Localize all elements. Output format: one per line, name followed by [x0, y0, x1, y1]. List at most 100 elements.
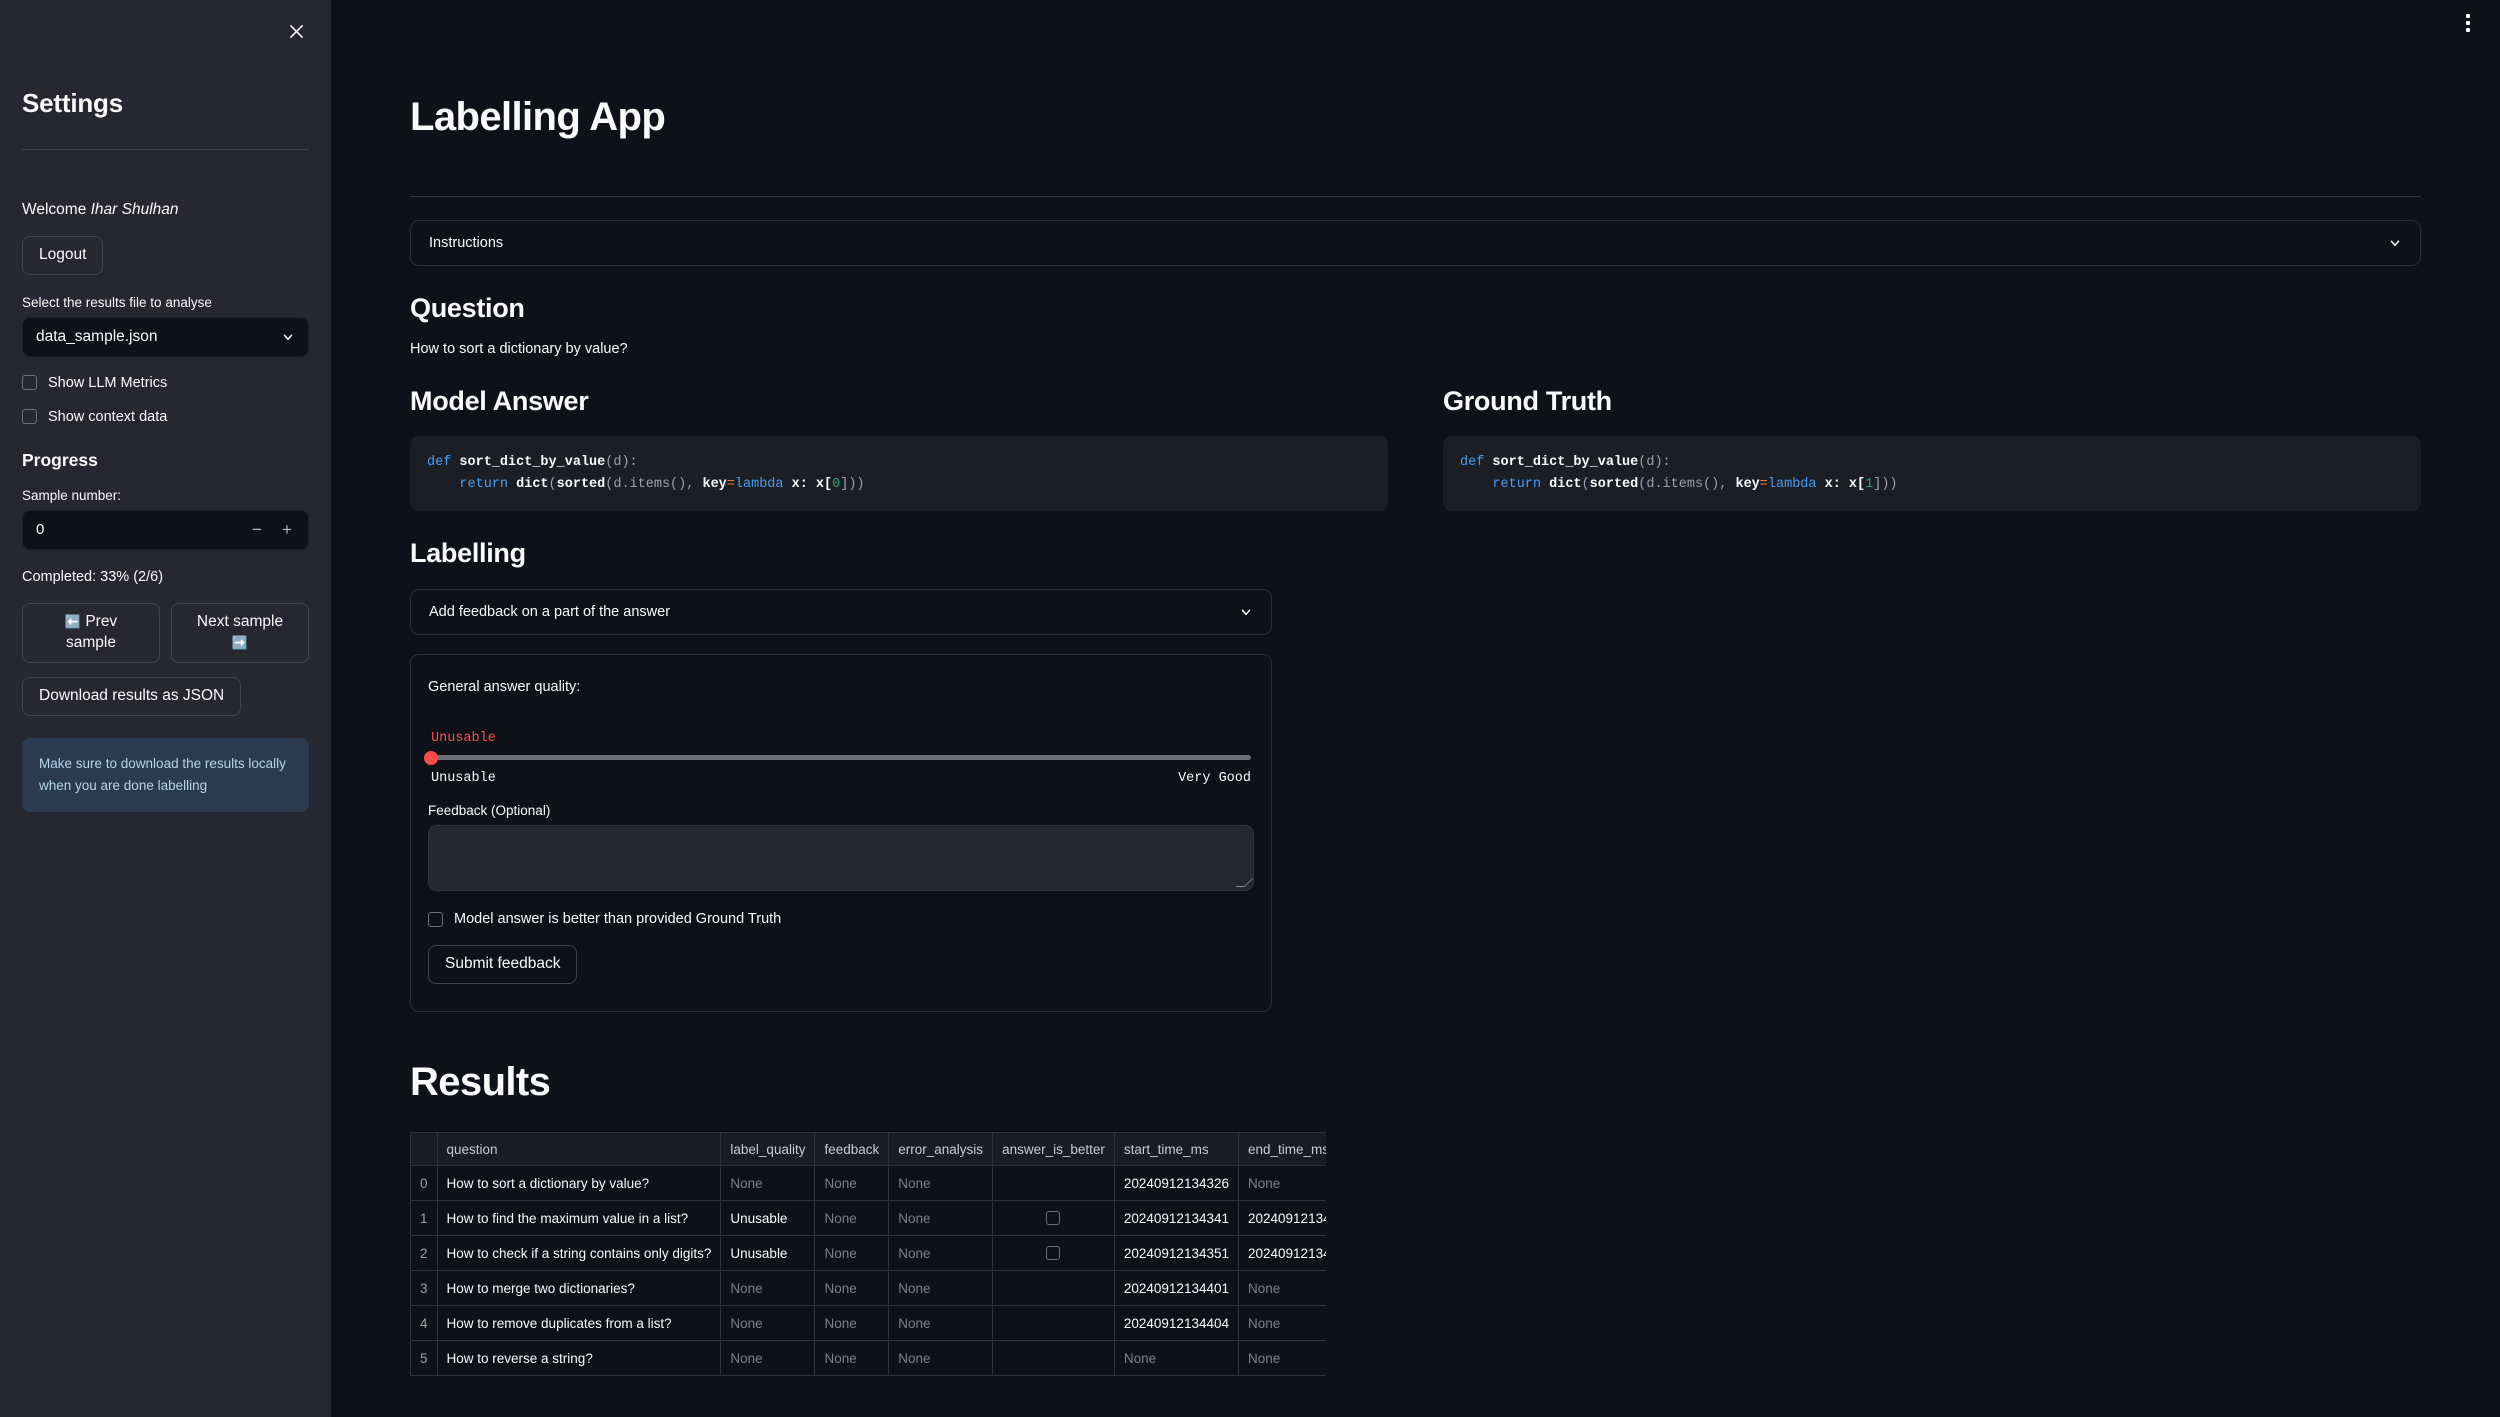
th-feedback[interactable]: feedback	[814, 1132, 890, 1167]
cell-label-quality: None	[720, 1305, 816, 1342]
th-label-quality[interactable]: label_quality	[720, 1132, 816, 1167]
quality-label: General answer quality:	[428, 679, 581, 696]
cell-answer-is-better	[992, 1340, 1115, 1377]
cell-answer-is-better[interactable]	[992, 1200, 1115, 1237]
table-row[interactable]: 5 How to reverse a string? None None Non…	[410, 1340, 1326, 1377]
results-table: question label_quality feedback error_an…	[410, 1132, 1326, 1377]
progress-heading: Progress	[22, 449, 98, 470]
arrow-left-icon: ⬅️	[64, 613, 81, 629]
cell-error-analysis: None	[888, 1235, 994, 1272]
table-body: 0 How to sort a dictionary by value? Non…	[410, 1165, 1326, 1377]
sample-number-stepper[interactable]: 0 − +	[22, 509, 309, 550]
th-end-time[interactable]: end_time_ms	[1238, 1132, 1326, 1167]
cell-answer-is-better[interactable]	[992, 1235, 1115, 1272]
feedback-textarea[interactable]	[428, 825, 1254, 892]
code-args: (d):	[605, 455, 638, 470]
cell-label-quality: None	[720, 1270, 816, 1307]
cell-feedback: None	[814, 1270, 890, 1307]
cell-end-time: None	[1238, 1340, 1326, 1377]
cell-error-analysis: None	[888, 1270, 994, 1307]
close-icon[interactable]	[279, 14, 313, 48]
results-file-select[interactable]: data_sample.json	[22, 316, 309, 357]
cell-answer-is-better	[992, 1305, 1115, 1342]
table-row[interactable]: 1 How to find the maximum value in a lis…	[410, 1200, 1326, 1237]
next-sample-button[interactable]: Next sample ➡️	[171, 602, 309, 663]
th-error-analysis[interactable]: error_analysis	[888, 1132, 994, 1167]
submit-feedback-button[interactable]: Submit feedback	[428, 945, 578, 985]
cell-index: 3	[410, 1270, 438, 1307]
table-row[interactable]: 2 How to check if a string contains only…	[410, 1235, 1326, 1272]
ground-truth-heading: Ground Truth	[1443, 386, 1612, 416]
answer-columns: Model Answer def sort_dict_by_value(d): …	[410, 386, 2421, 512]
cell-end-time: None	[1238, 1165, 1326, 1202]
th-start-time[interactable]: start_time_ms	[1114, 1132, 1240, 1167]
cell-answer-is-better	[992, 1165, 1115, 1202]
ground-truth-code: def sort_dict_by_value(d): return dict(s…	[1443, 436, 2421, 512]
code-text: (d.items(),	[605, 476, 703, 492]
instructions-expander[interactable]: Instructions	[410, 220, 2421, 266]
cell-end-time: None	[1238, 1270, 1326, 1307]
slider-thumb[interactable]	[424, 750, 438, 765]
cell-error-analysis: None	[888, 1165, 994, 1202]
slider-max-label: Very Good	[1178, 771, 1251, 787]
checkbox-show-llm-metrics[interactable]: Show LLM Metrics	[22, 375, 309, 391]
slider-track[interactable]	[424, 750, 1251, 765]
cell-label-quality: Unusable	[720, 1200, 816, 1237]
logout-button[interactable]: Logout	[22, 236, 104, 275]
cell-index: 0	[410, 1165, 438, 1202]
checkbox-box-icon	[22, 409, 37, 425]
code-paren: (	[548, 476, 557, 492]
cell-error-analysis: None	[888, 1305, 994, 1342]
checkbox-box-icon	[428, 911, 443, 927]
prev-sample-button[interactable]: ⬅️ Prev sample	[22, 602, 160, 663]
chevron-down-icon	[2390, 240, 2400, 247]
stepper-increment-button[interactable]: +	[272, 513, 302, 547]
settings-sidebar: Settings Welcome Ihar Shulhan Logout Sel…	[0, 0, 331, 1417]
checkbox-answer-is-better[interactable]: Model answer is better than provided Gro…	[428, 911, 1254, 927]
chevron-down-icon	[283, 334, 293, 341]
cell-end-time: None	[1238, 1305, 1326, 1342]
checkbox-box-icon[interactable]	[1046, 1246, 1061, 1261]
table-row[interactable]: 3 How to merge two dictionaries? None No…	[410, 1270, 1326, 1307]
resize-handle-icon[interactable]	[1235, 878, 1254, 888]
code-number: 0	[832, 476, 841, 492]
checkbox-label: Show context data	[48, 408, 168, 425]
code-text: x: x[	[1816, 476, 1866, 492]
th-question[interactable]: question	[437, 1132, 722, 1167]
part-feedback-label: Add feedback on a part of the answer	[429, 604, 671, 621]
sidebar-title: Settings	[22, 88, 123, 118]
code-keyword: def	[427, 455, 452, 470]
cell-index: 1	[410, 1200, 438, 1237]
cell-question: How to remove duplicates from a list?	[437, 1305, 722, 1342]
cell-feedback: None	[814, 1235, 890, 1272]
code-builtin: dict	[1549, 476, 1582, 492]
table-row[interactable]: 4 How to remove duplicates from a list? …	[410, 1305, 1326, 1342]
results-table-container[interactable]: question label_quality feedback error_an…	[410, 1132, 1326, 1377]
part-feedback-select[interactable]: Add feedback on a part of the answer	[410, 589, 1272, 636]
cell-start-time: None	[1114, 1340, 1240, 1377]
stepper-decrement-button[interactable]: −	[242, 513, 272, 547]
th-answer-is-better[interactable]: answer_is_better	[992, 1132, 1115, 1167]
chevron-down-icon	[1241, 609, 1251, 616]
app-root: Settings Welcome Ihar Shulhan Logout Sel…	[0, 0, 2500, 1417]
cell-feedback: None	[814, 1340, 890, 1377]
code-operator: =	[726, 476, 735, 492]
code-function-name: sort_dict_by_value	[459, 455, 606, 470]
checkbox-box-icon[interactable]	[1046, 1211, 1061, 1226]
feedback-label: Feedback (Optional)	[428, 803, 551, 819]
code-builtin: sorted	[1589, 476, 1639, 492]
table-head: question label_quality feedback error_an…	[410, 1132, 1326, 1167]
download-results-button[interactable]: Download results as JSON	[22, 676, 242, 716]
cell-index: 5	[410, 1340, 438, 1377]
checkbox-show-context-data[interactable]: Show context data	[22, 409, 309, 425]
code-keyword: def	[1460, 455, 1485, 470]
more-vertical-icon[interactable]	[2453, 8, 2483, 38]
download-reminder-info: Make sure to download the results locall…	[22, 737, 309, 813]
cell-answer-is-better	[992, 1270, 1115, 1307]
quality-slider[interactable]: Unusable Unusable Very Good	[424, 731, 1254, 787]
sample-number-value[interactable]: 0	[36, 521, 242, 538]
table-row[interactable]: 0 How to sort a dictionary by value? Non…	[410, 1165, 1326, 1202]
code-builtin: dict	[516, 476, 549, 492]
th-index[interactable]	[410, 1132, 438, 1167]
cell-start-time: 20240912134401	[1114, 1270, 1240, 1307]
